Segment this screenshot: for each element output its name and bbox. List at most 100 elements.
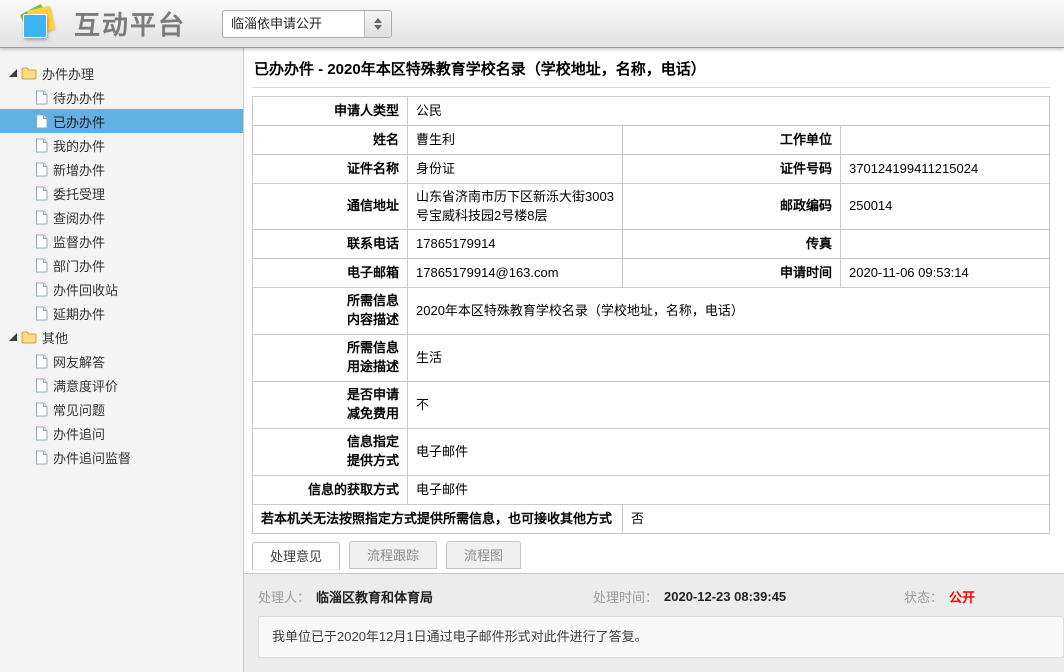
sidebar-item-label: 已办办件 xyxy=(53,112,105,131)
document-icon xyxy=(35,354,48,369)
result-meta-row: 处理人： 临淄区教育和体育局 处理时间： 2020-12-23 08:39:45… xyxy=(258,574,1064,606)
document-icon xyxy=(35,306,48,321)
sidebar-item-label: 办件追问监督 xyxy=(53,448,131,467)
field-value: 曹生利 xyxy=(408,126,623,155)
field-label: 信息的获取方式 xyxy=(253,476,408,505)
sidebar-item-label: 我的办件 xyxy=(53,136,105,155)
document-icon xyxy=(35,234,48,249)
status-label: 状态： xyxy=(904,587,943,606)
field-value: 2020年本区特殊教育学校名录（学校地址，名称，电话） xyxy=(408,288,1050,335)
field-value: 17865179914 xyxy=(408,230,623,259)
document-icon xyxy=(35,114,48,129)
module-select[interactable]: 临淄依申请公开 xyxy=(222,10,392,38)
field-label: 是否申请 减免费用 xyxy=(253,382,408,429)
result-panel: 处理人： 临淄区教育和体育局 处理时间： 2020-12-23 08:39:45… xyxy=(244,573,1064,672)
tab-liucheng-genzong[interactable]: 流程跟踪 xyxy=(349,541,437,569)
sidebar-item-label: 办件追问 xyxy=(53,424,105,443)
field-label: 信息指定 提供方式 xyxy=(253,429,408,476)
sidebar-item-zhuiwen[interactable]: 办件追问 xyxy=(0,421,243,445)
table-row: 是否申请 减免费用 不 xyxy=(253,382,1050,429)
sidebar-item-chayue[interactable]: 查阅办件 xyxy=(0,205,243,229)
field-label: 电子邮箱 xyxy=(253,259,408,288)
field-value: 电子邮件 xyxy=(408,476,1050,505)
field-value xyxy=(841,230,1050,259)
folder-icon xyxy=(21,330,37,344)
sidebar-item-wangyou-jieda[interactable]: 网友解答 xyxy=(0,349,243,373)
result-tabbar: 处理意见 流程跟踪 流程图 xyxy=(252,540,1050,569)
sidebar-item-label: 常见问题 xyxy=(53,400,105,419)
document-icon xyxy=(35,258,48,273)
field-label: 证件名称 xyxy=(253,155,408,184)
sidebar-folder-qita[interactable]: 其他 xyxy=(0,325,243,349)
field-label: 申请人类型 xyxy=(253,97,408,126)
app-header: 互动平台 临淄依申请公开 xyxy=(0,0,1064,48)
table-row: 联系电话 17865179914 传真 xyxy=(253,230,1050,259)
sidebar-item-jiandu[interactable]: 监督办件 xyxy=(0,229,243,253)
app-title: 互动平台 xyxy=(74,5,186,42)
sidebar-item-label: 延期办件 xyxy=(53,304,105,323)
table-row: 信息的获取方式 电子邮件 xyxy=(253,476,1050,505)
sidebar-item-label: 新增办件 xyxy=(53,160,105,179)
process-time-value: 2020-12-23 08:39:45 xyxy=(664,589,786,604)
document-icon xyxy=(35,210,48,225)
sidebar-item-bumen[interactable]: 部门办件 xyxy=(0,253,243,277)
sidebar-item-wode[interactable]: 我的办件 xyxy=(0,133,243,157)
field-label: 传真 xyxy=(623,230,841,259)
sidebar-item-label: 部门办件 xyxy=(53,256,105,275)
sidebar-item-weituo[interactable]: 委托受理 xyxy=(0,181,243,205)
field-value: 不 xyxy=(408,382,1050,429)
sidebar-item-xinzeng[interactable]: 新增办件 xyxy=(0,157,243,181)
tab-chuli-yijian[interactable]: 处理意见 xyxy=(252,542,340,570)
field-label: 通信地址 xyxy=(253,184,408,230)
tree-expand-icon[interactable] xyxy=(9,69,17,77)
field-label: 若本机关无法按照指定方式提供所需信息，也可接收其他方式 xyxy=(253,505,623,534)
field-label: 邮政编码 xyxy=(623,184,841,230)
handler-value: 临淄区教育和体育局 xyxy=(316,587,433,606)
table-row: 证件名称 身份证 证件号码 370124199411215024 xyxy=(253,155,1050,184)
tab-liucheng-tu[interactable]: 流程图 xyxy=(446,541,521,569)
sidebar-item-label: 委托受理 xyxy=(53,184,105,203)
sidebar-item-yanqi[interactable]: 延期办件 xyxy=(0,301,243,325)
reply-text-box: 我单位已于2020年12月1日通过电子邮件形式对此件进行了答复。 xyxy=(258,616,1064,658)
sidebar-item-label: 监督办件 xyxy=(53,232,105,251)
document-icon xyxy=(35,402,48,417)
table-row: 所需信息 用途描述 生活 xyxy=(253,335,1050,382)
document-icon xyxy=(35,90,48,105)
document-icon xyxy=(35,138,48,153)
sidebar-item-changjian-wenti[interactable]: 常见问题 xyxy=(0,397,243,421)
process-time-label: 处理时间： xyxy=(593,587,658,606)
field-label: 联系电话 xyxy=(253,230,408,259)
sidebar-item-zhuiwen-jiandu[interactable]: 办件追问监督 xyxy=(0,445,243,469)
document-icon xyxy=(35,450,48,465)
sidebar-item-daiban[interactable]: 待办办件 xyxy=(0,85,243,109)
sidebar-item-label: 查阅办件 xyxy=(53,208,105,227)
table-row: 若本机关无法按照指定方式提供所需信息，也可接收其他方式 否 xyxy=(253,505,1050,534)
field-value: 电子邮件 xyxy=(408,429,1050,476)
field-label: 申请时间 xyxy=(623,259,841,288)
field-value: 公民 xyxy=(408,97,1050,126)
table-row: 信息指定 提供方式 电子邮件 xyxy=(253,429,1050,476)
tree-expand-icon[interactable] xyxy=(9,333,17,341)
sidebar-item-manyidu[interactable]: 满意度评价 xyxy=(0,373,243,397)
main-content: 已办办件 - 2020年本区特殊教育学校名录（学校地址，名称，电话） 申请人类型… xyxy=(244,48,1064,672)
field-value: 250014 xyxy=(841,184,1050,230)
sidebar-tree: 办件办理 待办办件 已办办件 我的办件 新增办件 委托受理 查阅办件 监督办件 xyxy=(0,48,244,672)
field-label: 证件号码 xyxy=(623,155,841,184)
table-row: 电子邮箱 17865179914@163.com 申请时间 2020-11-06… xyxy=(253,259,1050,288)
app-logo-icon xyxy=(20,6,60,42)
document-icon xyxy=(35,162,48,177)
sidebar-item-yiban[interactable]: 已办办件 xyxy=(0,109,243,133)
application-detail-table: 申请人类型 公民 姓名 曹生利 工作单位 证件名称 身份证 证件号码 37012… xyxy=(252,96,1050,534)
field-value: 否 xyxy=(623,505,1050,534)
folder-icon xyxy=(21,66,37,80)
select-spinner-icon[interactable] xyxy=(364,11,391,37)
table-row: 申请人类型 公民 xyxy=(253,97,1050,126)
sidebar-item-label: 其他 xyxy=(42,328,68,347)
sidebar-item-label: 满意度评价 xyxy=(53,376,118,395)
sidebar-folder-banjian-banli[interactable]: 办件办理 xyxy=(0,61,243,85)
table-row: 姓名 曹生利 工作单位 xyxy=(253,126,1050,155)
sidebar-item-label: 办件回收站 xyxy=(53,280,118,299)
field-label: 姓名 xyxy=(253,126,408,155)
title-separator xyxy=(252,87,1050,88)
sidebar-item-huishouzhan[interactable]: 办件回收站 xyxy=(0,277,243,301)
